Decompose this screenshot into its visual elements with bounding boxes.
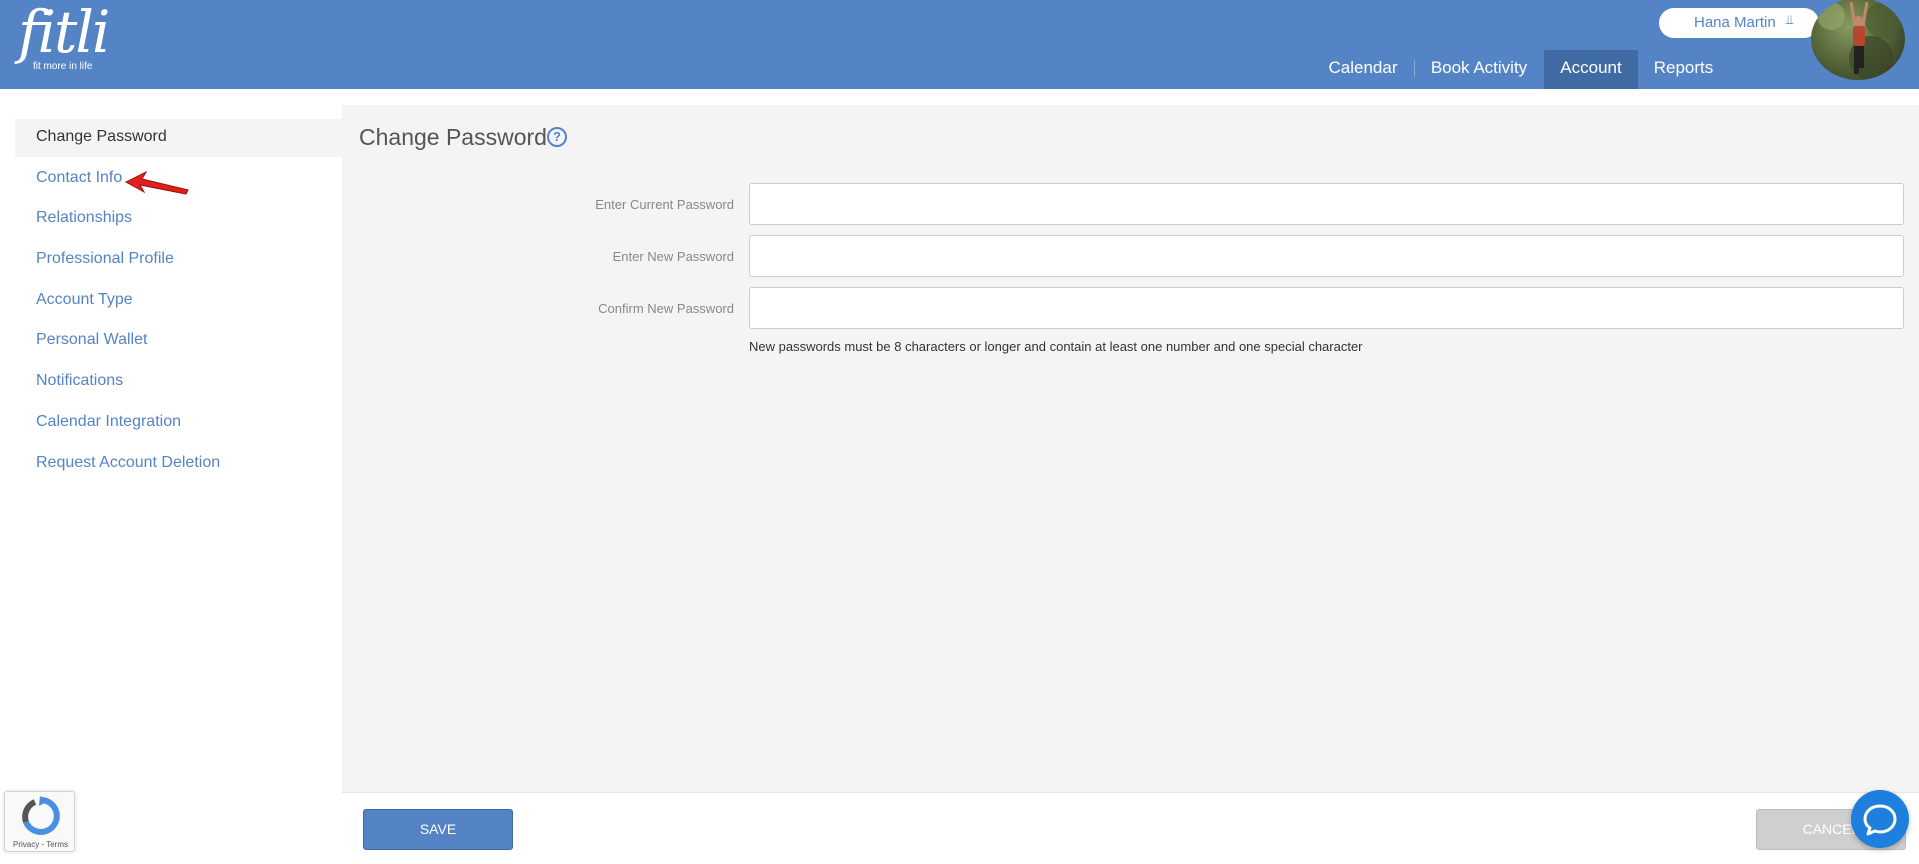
sidebar-item-calendar-integration[interactable]: Calendar Integration: [36, 413, 181, 431]
recaptcha-badge[interactable]: Privacy - Terms: [4, 791, 75, 852]
password-requirements-hint: New passwords must be 8 characters or lo…: [749, 339, 1363, 354]
nav-separator: [1414, 60, 1415, 77]
avatar[interactable]: [1811, 0, 1905, 80]
sidebar-item-personal-wallet[interactable]: Personal Wallet: [36, 331, 147, 349]
recaptcha-links[interactable]: Privacy - Terms: [5, 840, 76, 849]
sidebar-item-relationships[interactable]: Relationships: [36, 209, 132, 227]
sidebar-item-change-password[interactable]: Change Password: [36, 128, 167, 146]
save-button[interactable]: SAVE: [363, 809, 513, 850]
red-arrow-annotation: [124, 170, 189, 195]
confirm-password-input[interactable]: [749, 287, 1904, 329]
user-name: Hana Martin: [1694, 14, 1776, 31]
recaptcha-icon: [22, 796, 60, 835]
nav-account[interactable]: Account: [1544, 50, 1638, 89]
fitli-logo[interactable]: fitli fit more in life: [14, 0, 110, 78]
sidebar-item-account-type[interactable]: Account Type: [36, 291, 133, 309]
sidebar-item-notifications[interactable]: Notifications: [36, 372, 123, 390]
current-password-label: Enter Current Password: [595, 197, 734, 212]
user-menu[interactable]: Hana Martin ⫫: [1659, 8, 1819, 38]
sidebar-item-contact-info[interactable]: Contact Info: [36, 169, 122, 187]
current-password-input[interactable]: [749, 183, 1904, 225]
action-bar: [342, 792, 1919, 864]
confirm-password-label: Confirm New Password: [598, 301, 734, 316]
new-password-label: Enter New Password: [612, 249, 734, 264]
sidebar-item-professional-profile[interactable]: Professional Profile: [36, 250, 174, 268]
logo-tagline: fit more in life: [33, 61, 93, 72]
page-title: Change Password: [359, 124, 547, 150]
question-circle-icon[interactable]: ?: [547, 127, 567, 147]
nav-reports[interactable]: Reports: [1642, 50, 1725, 89]
new-password-input[interactable]: [749, 235, 1904, 277]
chat-bubble-icon: [1863, 804, 1897, 836]
chevron-down-icon: ⫫: [1786, 12, 1794, 27]
account-sidebar: [0, 89, 342, 864]
nav-calendar[interactable]: Calendar: [1316, 50, 1410, 89]
sidebar-item-request-account-deletion[interactable]: Request Account Deletion: [36, 454, 220, 472]
nav-book-activity[interactable]: Book Activity: [1422, 50, 1536, 89]
chat-widget-button[interactable]: [1851, 790, 1909, 848]
avatar-photo: [1817, 1, 1901, 80]
logo-wordmark: fitli: [18, 0, 110, 66]
